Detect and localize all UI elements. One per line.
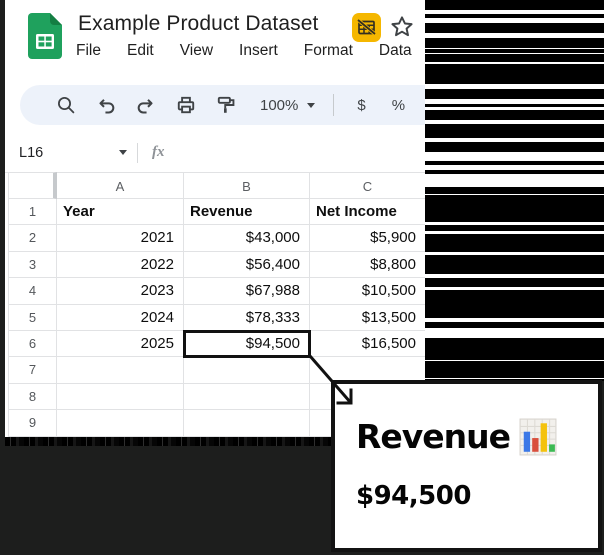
cell-c4[interactable]: $10,500 [310, 278, 425, 304]
menu-format[interactable]: Format [304, 42, 353, 60]
cell-c5[interactable]: $13,500 [310, 305, 425, 331]
row-header-2[interactable]: 2 [8, 225, 57, 251]
cell-b8[interactable] [184, 384, 310, 410]
cell-b7[interactable] [184, 357, 310, 383]
chevron-down-icon [307, 103, 315, 108]
cell-a5[interactable]: 2024 [57, 305, 184, 331]
print-icon[interactable] [176, 95, 196, 115]
cell-c3[interactable]: $8,800 [310, 252, 425, 278]
bar-chart-emoji-icon [519, 418, 557, 456]
revenue-callout-popup: Revenue $94,500 [331, 380, 602, 552]
sheets-app-window: Example Product Dataset File Edit View I… [5, 0, 425, 437]
menu-file[interactable]: File [76, 42, 101, 60]
cell-c6[interactable]: $16,500 [310, 331, 425, 357]
callout-value: $94,500 [356, 481, 471, 511]
table-row: 5 2024 $78,333 $13,500 [8, 305, 425, 331]
column-header-c[interactable]: C [310, 172, 425, 199]
redo-icon[interactable] [136, 95, 156, 115]
name-box[interactable]: L16 [5, 145, 137, 161]
table-row: 4 2023 $67,988 $10,500 [8, 278, 425, 304]
cell-b5[interactable]: $78,333 [184, 305, 310, 331]
format-currency-button[interactable]: $ [357, 97, 365, 114]
zoom-value: 100% [260, 97, 298, 114]
sheets-logo-icon[interactable] [28, 13, 62, 59]
callout-title: Revenue [356, 417, 510, 456]
formula-bar-divider [137, 143, 138, 163]
undo-icon[interactable] [96, 95, 116, 115]
menu-view[interactable]: View [180, 42, 213, 60]
cell-b3[interactable]: $56,400 [184, 252, 310, 278]
cell-c2[interactable]: $5,900 [310, 225, 425, 251]
row-header-5[interactable]: 5 [8, 305, 57, 331]
cell-a1[interactable]: Year [57, 199, 184, 225]
cell-a7[interactable] [57, 357, 184, 383]
cell-a2[interactable]: 2021 [57, 225, 184, 251]
cell-b9[interactable] [184, 410, 310, 436]
cell-a9[interactable] [57, 410, 184, 436]
select-all-corner[interactable] [8, 172, 57, 199]
cell-b4[interactable]: $67,988 [184, 278, 310, 304]
menu-bar: File Edit View Insert Format Data [76, 42, 412, 60]
selected-cell-b6[interactable]: $94,500 [184, 331, 310, 357]
chevron-down-icon [119, 150, 127, 155]
row-header-1[interactable]: 1 [8, 199, 57, 225]
cell-a4[interactable]: 2023 [57, 278, 184, 304]
row-header-6[interactable]: 6 [8, 331, 57, 357]
cell-a8[interactable] [57, 384, 184, 410]
formula-bar: L16 fx [5, 133, 425, 173]
table-row: 3 2022 $56,400 $8,800 [8, 252, 425, 278]
cell-a6[interactable]: 2025 [57, 331, 184, 357]
cell-b1[interactable]: Revenue [184, 199, 310, 225]
cell-b2[interactable]: $43,000 [184, 225, 310, 251]
name-box-value: L16 [19, 145, 43, 161]
toolbar-divider [333, 94, 334, 116]
column-header-row: A B C [8, 172, 425, 199]
format-percent-button[interactable]: % [392, 97, 405, 114]
table-row: 2 2021 $43,000 $5,900 [8, 225, 425, 251]
menu-data[interactable]: Data [379, 42, 412, 60]
column-header-b[interactable]: B [184, 172, 310, 199]
glitch-noise-region [425, 0, 604, 381]
row-header-7[interactable]: 7 [8, 357, 57, 383]
search-icon[interactable] [56, 95, 76, 115]
menu-edit[interactable]: Edit [127, 42, 154, 60]
table-row: 1 Year Revenue Net Income [8, 199, 425, 225]
row-header-4[interactable]: 4 [8, 278, 57, 304]
cell-c1[interactable]: Net Income [310, 199, 425, 225]
star-icon[interactable] [390, 15, 414, 39]
document-title[interactable]: Example Product Dataset [78, 12, 318, 36]
menu-insert[interactable]: Insert [239, 42, 278, 60]
row-header-9[interactable]: 9 [8, 410, 57, 436]
table-row: 6 2025 $94,500 $16,500 [8, 331, 425, 357]
toolbar: 100% $ % [20, 85, 425, 125]
column-header-a[interactable]: A [57, 172, 184, 199]
row-header-8[interactable]: 8 [8, 384, 57, 410]
paint-format-icon[interactable] [216, 95, 236, 115]
cell-a3[interactable]: 2022 [57, 252, 184, 278]
zoom-control[interactable]: 100% [260, 97, 315, 114]
row-header-3[interactable]: 3 [8, 252, 57, 278]
fx-icon: fx [152, 144, 165, 161]
table-slash-badge-icon[interactable] [352, 13, 381, 42]
